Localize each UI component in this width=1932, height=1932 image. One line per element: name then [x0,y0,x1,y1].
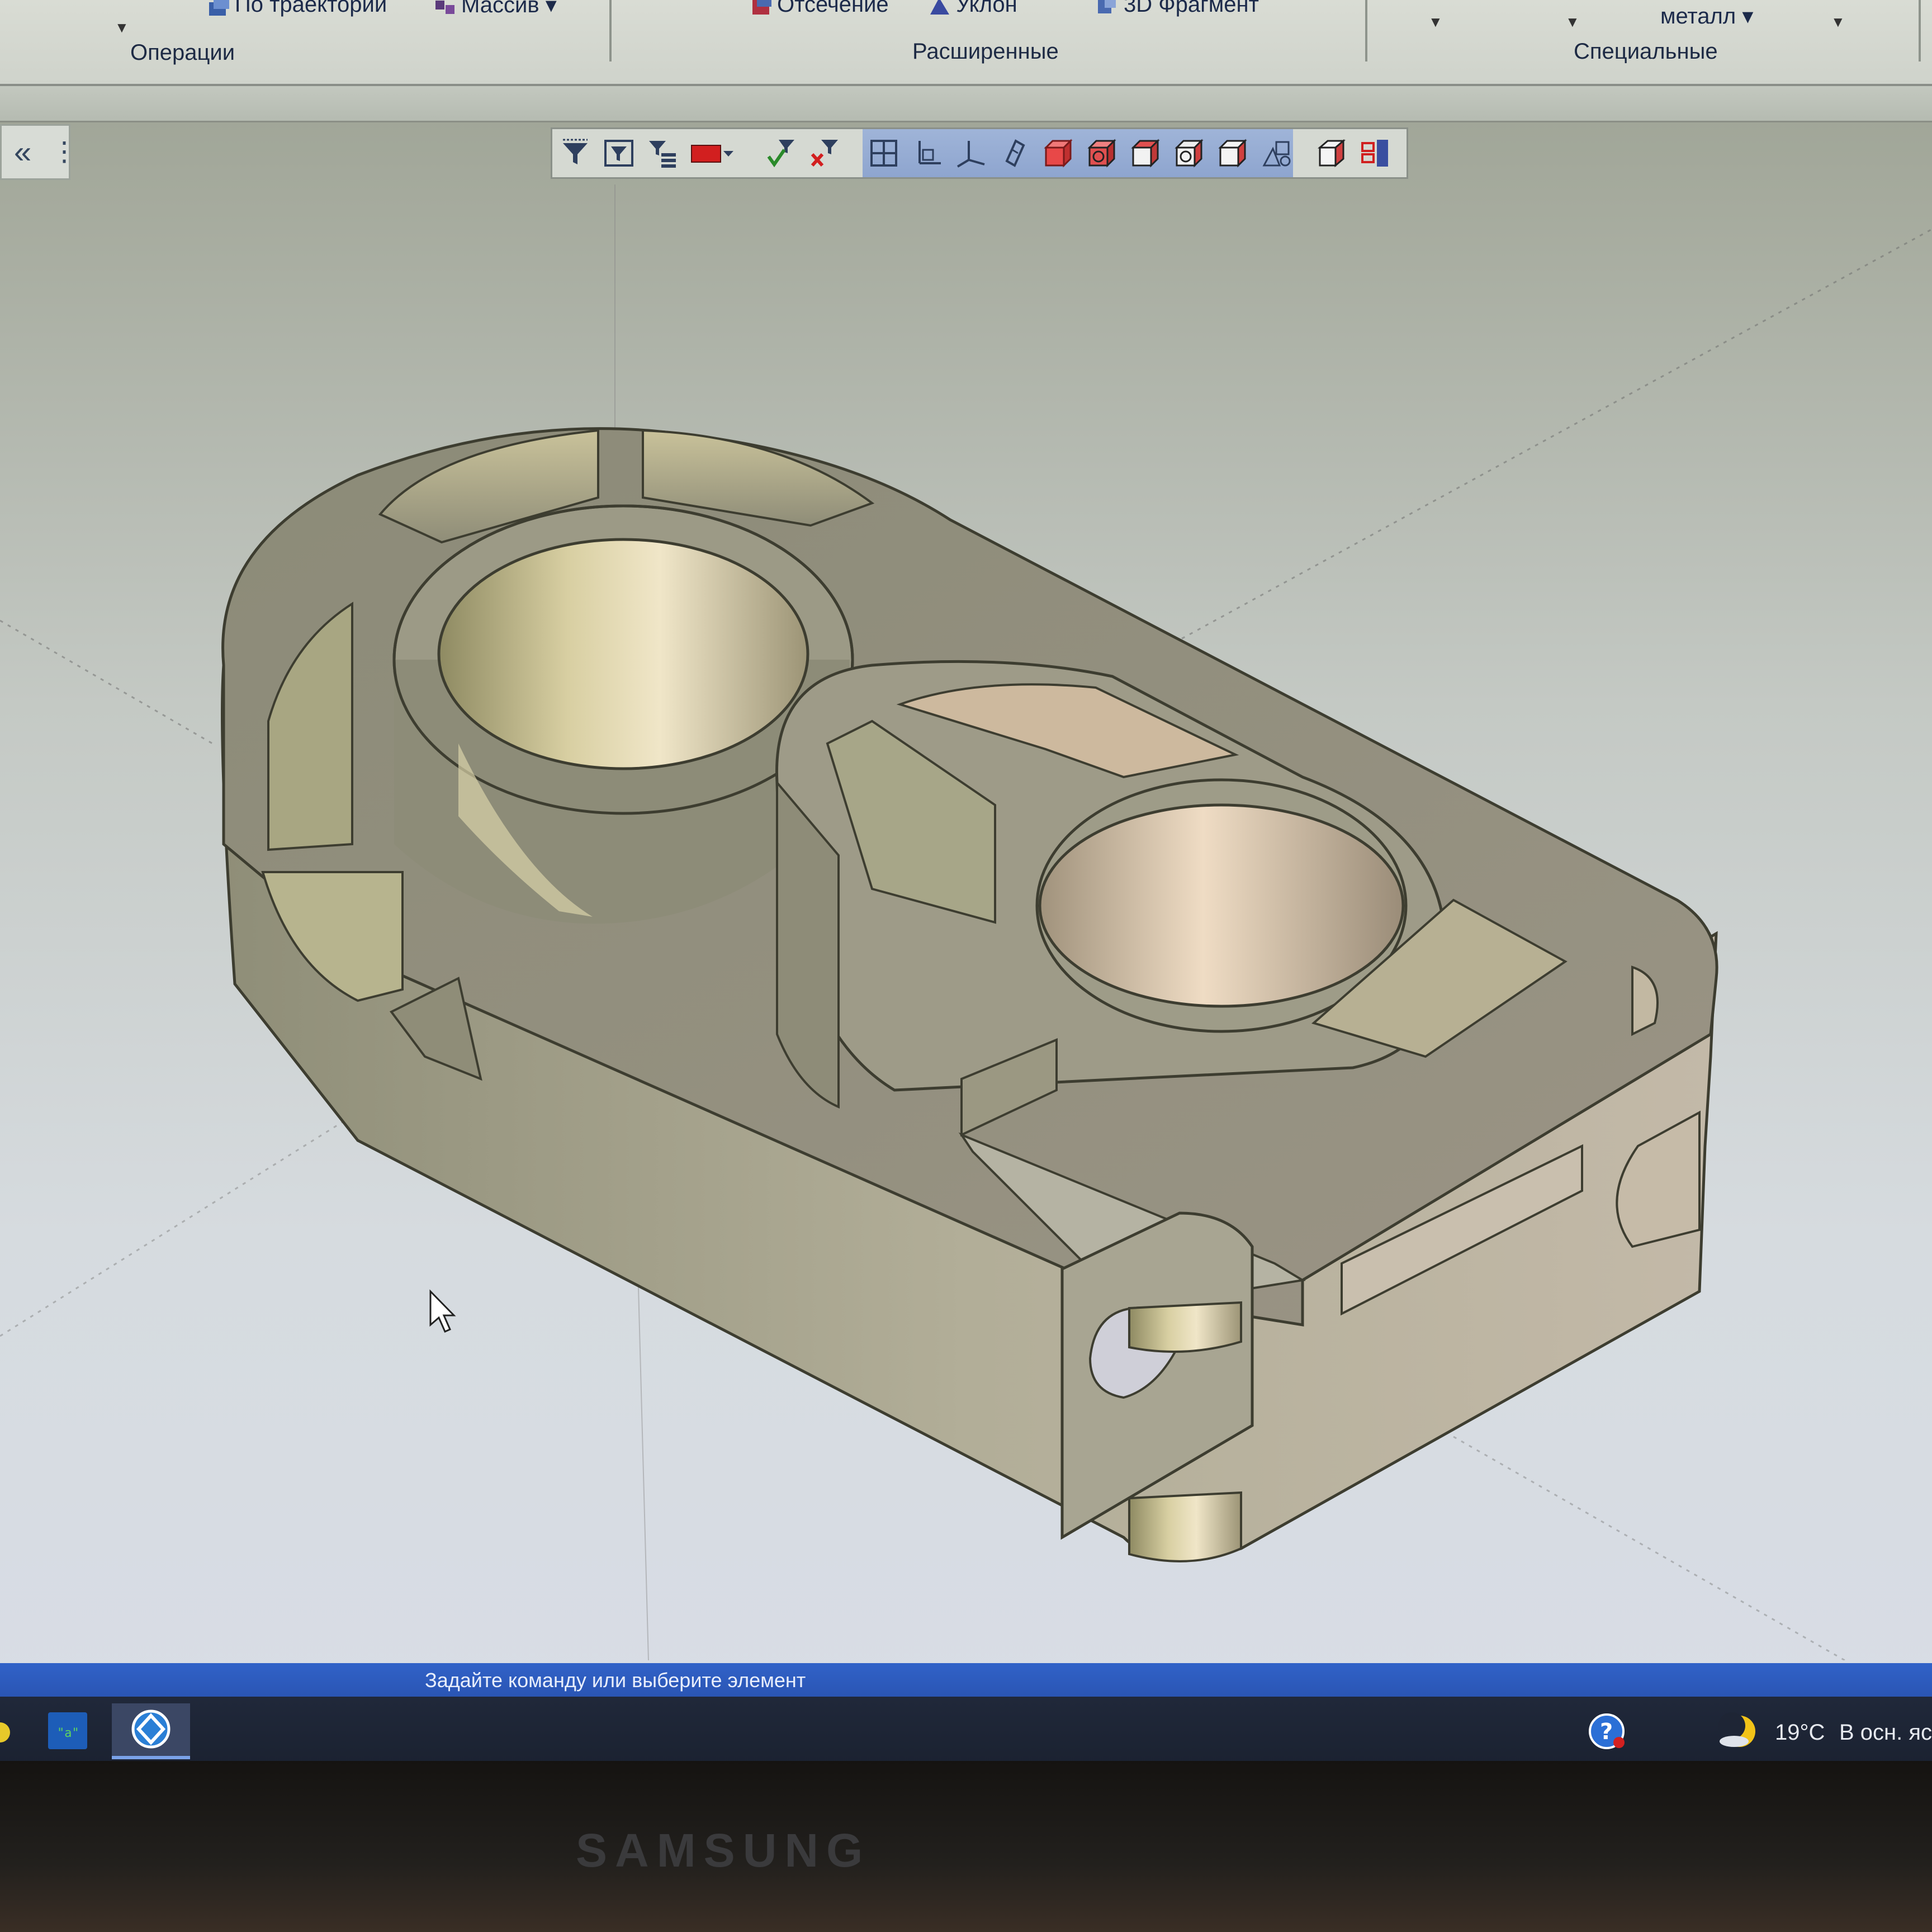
ribbon-item-sheet-metal[interactable]: металл ▾ [1660,3,1753,29]
taskbar-app-icon[interactable]: "a" [34,1703,112,1759]
ribbon-item-array[interactable]: Массив ▾ [433,0,557,18]
ribbon-strip [0,86,1932,122]
color-red-icon[interactable] [689,135,723,172]
taskbar-kompas-icon[interactable] [112,1703,190,1759]
monitor-bezel [0,1761,1932,1932]
construction-line [0,619,213,745]
status-bar: Задайте команду или выберите элемент [0,1663,1932,1697]
dropdown-arrow-icon[interactable] [720,135,737,172]
ribbon-item-draft[interactable]: Уклон [928,0,1017,17]
sweep-icon [207,0,231,17]
wireframe-cube-icon[interactable] [1128,135,1163,172]
weather-moon-icon[interactable] [1705,1703,1772,1759]
fragment-icon [1096,0,1120,17]
section-view-icon[interactable] [1358,135,1393,172]
perspective-icon[interactable] [1259,135,1294,172]
section-cube-icon[interactable] [1215,135,1250,172]
filter-box-icon[interactable] [602,135,636,172]
hidden-lines-cube-icon[interactable] [1172,135,1206,172]
dropdown-arrow-icon[interactable]: ▼ [1428,13,1443,31]
3d-viewport[interactable] [0,184,1932,1661]
help-icon[interactable]: ? [1571,1703,1649,1759]
svg-text:?: ? [1600,1719,1613,1745]
monitor-brand-logo: SAMSUNG [576,1824,871,1877]
double-chevron-left-icon: « [14,134,32,169]
ribbon-item-3d-fragment[interactable]: 3D Фрагмент [1096,0,1259,17]
pin-boss [1128,1301,1242,1353]
view-toolbar [551,127,1408,179]
cut-icon [749,0,774,17]
view-iso-axes-icon[interactable] [954,135,988,172]
weather-description: В осн. яс [1839,1720,1932,1745]
ribbon: По траектории Массив ▾ Отсечение Уклон 3… [0,0,1932,86]
view-grid-icon[interactable] [866,135,901,172]
draft-icon [928,0,953,17]
mouse-cursor-icon [429,1289,456,1333]
dropdown-arrow-icon[interactable]: ▼ [1565,13,1580,31]
grip-icon: ⋮ [51,137,78,167]
array-icon [433,0,458,17]
cad-window: По траектории Массив ▾ Отсечение Уклон 3… [0,0,1932,1761]
taskbar-item-partial[interactable] [0,1703,11,1759]
shaded-edges-cube-icon[interactable] [1085,135,1119,172]
construction-line [1173,228,1932,644]
display-mode-icon[interactable] [1315,135,1349,172]
view-front-axes-icon[interactable] [910,135,945,172]
dropdown-arrow-icon[interactable]: ▼ [115,19,129,36]
bore-hole [1038,803,1405,1008]
model-canvas [0,184,1932,1661]
filter-check-icon[interactable] [764,135,798,172]
shaded-cube-icon[interactable] [1041,135,1076,172]
construction-line [637,1246,649,1661]
construction-line [0,1111,358,1337]
construction-line [1453,1436,1845,1661]
group-label-special: Специальные [1574,39,1718,64]
group-label-operations: Операции [130,40,235,65]
group-label-advanced: Расширенные [912,39,1059,64]
ribbon-divider [1919,0,1921,61]
filter-cancel-icon[interactable] [807,135,842,172]
orientation-icon[interactable] [997,135,1032,172]
svg-text:"a": "a" [57,1726,79,1740]
ribbon-divider [609,0,612,61]
dropdown-arrow-icon[interactable]: ▼ [1831,13,1845,31]
weather-temperature: 19°C [1775,1720,1825,1745]
status-prompt: Задайте команду или выберите элемент [425,1669,806,1692]
ribbon-divider [1365,0,1367,61]
ribbon-item-sweep[interactable]: По траектории [207,0,387,17]
bore-hole [437,538,809,770]
taskbar: "a" ? 19°C В осн. яс [0,1697,1932,1761]
collapse-panel-button[interactable]: « ⋮ [0,124,78,180]
filter-tree-icon[interactable] [645,135,680,172]
filter-icon[interactable] [558,135,593,172]
ribbon-item-cut[interactable]: Отсечение [749,0,889,17]
pin-boss [1128,1491,1242,1562]
